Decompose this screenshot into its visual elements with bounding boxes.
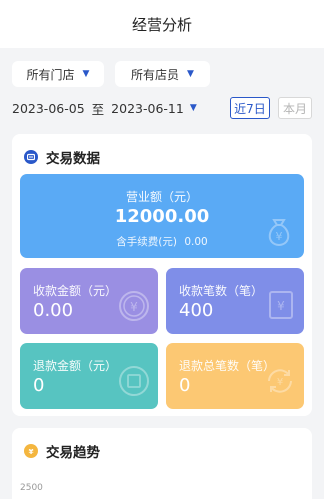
page-title: 经营分析 bbox=[131, 15, 192, 34]
received-amount-label: 收款金额（元） bbox=[33, 284, 118, 298]
caret-down-icon: ▼ bbox=[82, 69, 90, 79]
refund-coin-icon bbox=[118, 365, 150, 401]
date-separator: 至 bbox=[91, 101, 105, 117]
transaction-data-panel: 交易数据 营业额（元） 12000.00 含手续费(元) 0.00 ¥ 收款金额… bbox=[12, 134, 312, 416]
quick-7days-label: 近7日 bbox=[234, 101, 266, 116]
refund-amount-value: 0 bbox=[33, 375, 45, 396]
revenue-card[interactable]: 营业额（元） 12000.00 含手续费(元) 0.00 ¥ bbox=[20, 174, 304, 258]
store-select-value: 所有门店 bbox=[26, 67, 75, 82]
refund-cycle-icon: ¥ bbox=[264, 365, 296, 401]
svg-text:¥: ¥ bbox=[277, 377, 283, 388]
refund-count-card[interactable]: 退款总笔数（笔） 0 ¥ bbox=[166, 343, 304, 409]
refund-count-value: 0 bbox=[179, 375, 191, 396]
refund-amount-card[interactable]: 退款金额（元） 0 bbox=[20, 343, 158, 409]
quick-month-button[interactable]: 本月 bbox=[278, 97, 312, 119]
money-bag-icon: ¥ bbox=[262, 214, 296, 252]
refund-count-label: 退款总笔数（笔） bbox=[179, 359, 276, 373]
store-select[interactable]: 所有门店 ▼ bbox=[12, 61, 104, 87]
coin-icon: ¥ bbox=[24, 444, 38, 458]
transaction-data-title-text: 交易数据 bbox=[46, 151, 100, 167]
date-start[interactable]: 2023-06-05 bbox=[12, 101, 85, 116]
fee-label: 含手续费(元) bbox=[116, 236, 177, 248]
quick-7days-button[interactable]: 近7日 bbox=[230, 97, 270, 119]
wallet-icon bbox=[24, 150, 38, 164]
page-header: 经营分析 bbox=[0, 0, 324, 48]
received-count-label: 收款笔数（笔） bbox=[179, 284, 264, 298]
transaction-trend-panel: ¥ 交易趋势 2500 bbox=[12, 428, 312, 499]
receipt-icon: ¥ bbox=[268, 290, 294, 324]
svg-text:¥: ¥ bbox=[130, 300, 138, 314]
fee-value: 0.00 bbox=[184, 236, 208, 248]
staff-select[interactable]: 所有店员 ▼ bbox=[115, 61, 210, 87]
caret-down-icon[interactable]: ▼ bbox=[190, 103, 197, 113]
refund-amount-label: 退款金额（元） bbox=[33, 359, 118, 373]
quick-month-label: 本月 bbox=[282, 101, 307, 116]
date-range: 2023-06-05 至 2023-06-11 ▼ 近7日 本月 bbox=[12, 97, 312, 119]
svg-text:¥: ¥ bbox=[277, 299, 285, 313]
received-count-card[interactable]: 收款笔数（笔） 400 ¥ bbox=[166, 268, 304, 334]
staff-select-value: 所有店员 bbox=[131, 67, 180, 82]
date-end[interactable]: 2023-06-11 bbox=[111, 101, 184, 116]
svg-text:¥: ¥ bbox=[29, 448, 34, 455]
transaction-trend-title-text: 交易趋势 bbox=[46, 445, 100, 461]
revenue-label: 营业额（元） bbox=[125, 190, 198, 204]
transaction-data-title: 交易数据 bbox=[24, 148, 100, 167]
y-axis-tick: 2500 bbox=[20, 483, 43, 493]
transaction-trend-title: ¥ 交易趋势 bbox=[24, 442, 100, 461]
received-amount-value: 0.00 bbox=[33, 300, 74, 321]
received-amount-card[interactable]: 收款金额（元） 0.00 ¥ bbox=[20, 268, 158, 334]
filter-bar: 所有门店 ▼ 所有店员 ▼ 2023-06-05 至 2023-06-11 ▼ … bbox=[0, 48, 324, 126]
svg-text:¥: ¥ bbox=[276, 230, 283, 243]
yuan-coin-icon: ¥ bbox=[118, 290, 150, 326]
caret-down-icon: ▼ bbox=[187, 69, 194, 79]
received-count-value: 400 bbox=[179, 300, 214, 321]
